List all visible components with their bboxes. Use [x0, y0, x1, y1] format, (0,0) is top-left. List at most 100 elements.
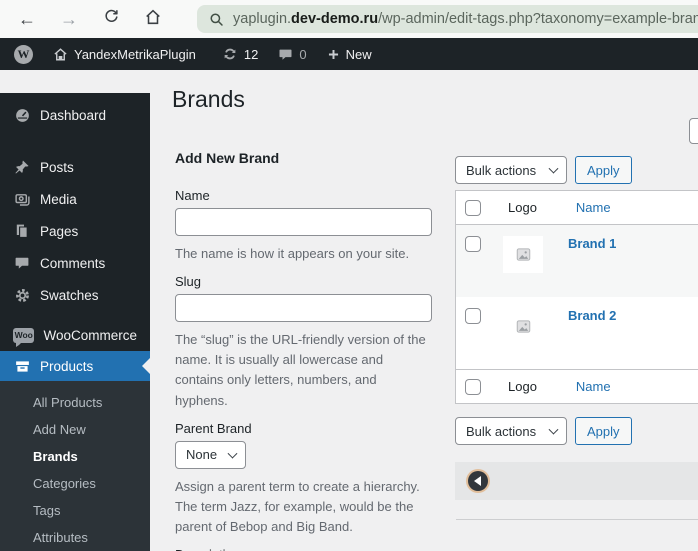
- add-brand-form: Add New Brand Name The name is how it ap…: [175, 150, 432, 551]
- table-row: Brand 2: [456, 297, 698, 369]
- submenu-item-attributes[interactable]: Attributes: [0, 524, 150, 551]
- slug-field: Slug The “slug” is the URL-friendly vers…: [175, 274, 432, 411]
- image-placeholder-icon: [516, 248, 530, 261]
- comment-bubble-icon: [278, 47, 293, 62]
- browser-forward-button[interactable]: →: [54, 4, 84, 34]
- browser-back-button[interactable]: ←: [12, 4, 42, 34]
- logo-cell: [503, 308, 543, 345]
- row-checkbox[interactable]: [465, 308, 481, 324]
- search-brands-input-cut[interactable]: [689, 118, 698, 144]
- browser-chrome: ← → yaplugin.dev-demo.ru/wp-admin/edit-t…: [0, 0, 698, 38]
- url-bar[interactable]: yaplugin.dev-demo.ru/wp-admin/edit-tags.…: [197, 5, 698, 33]
- brand-name-link[interactable]: Brand 2: [568, 308, 616, 323]
- form-title: Add New Brand: [175, 150, 280, 166]
- logo-column-footer: Logo: [508, 379, 537, 394]
- submenu-item-brands[interactable]: Brands: [0, 443, 150, 470]
- current-menu-arrow: [142, 358, 150, 374]
- bulk-actions-value: Bulk actions: [466, 162, 537, 178]
- select-all-checkbox-bottom[interactable]: [465, 378, 481, 395]
- updates-menu[interactable]: 12: [212, 38, 268, 70]
- sidebar-item-label: Swatches: [40, 287, 99, 303]
- url-text: yaplugin.dev-demo.ru/wp-admin/edit-tags.…: [233, 11, 698, 27]
- name-label: Name: [175, 188, 210, 203]
- chevron-down-icon: [548, 424, 559, 435]
- submenu-item-categories[interactable]: Categories: [0, 470, 150, 497]
- description-field: Description: [175, 547, 432, 551]
- table-footer-row: Logo Name: [456, 369, 698, 403]
- refresh-icon: [103, 8, 120, 30]
- logo-cell: [503, 236, 543, 273]
- browser-home-button[interactable]: [138, 4, 168, 34]
- name-help: The name is how it appears on your site.: [175, 246, 410, 261]
- search-icon: [209, 12, 224, 27]
- screen: ← → yaplugin.dev-demo.ru/wp-admin/edit-t…: [0, 0, 698, 551]
- name-column-header[interactable]: Name: [576, 200, 611, 215]
- sidebar-item-label: Products: [40, 358, 94, 374]
- bulk-actions-row-bottom: Bulk actions Apply: [455, 417, 632, 445]
- row-checkbox[interactable]: [465, 236, 481, 252]
- image-placeholder-icon: [516, 320, 530, 333]
- submenu-item-add-new[interactable]: Add New: [0, 416, 150, 443]
- sidebar-item-posts[interactable]: Posts: [0, 151, 150, 183]
- sidebar-item-products[interactable]: Products: [0, 351, 150, 381]
- new-content-menu[interactable]: New: [317, 38, 382, 70]
- comments-icon: [13, 254, 31, 272]
- updates-icon: [222, 46, 238, 62]
- sidebar-item-pages[interactable]: Pages: [0, 215, 150, 247]
- page-title: Brands: [172, 86, 245, 112]
- sidebar-item-woocommerce[interactable]: Woo WooCommerce: [0, 319, 150, 351]
- comments-menu[interactable]: 0: [268, 38, 316, 70]
- apply-button-bottom[interactable]: Apply: [575, 417, 632, 445]
- wp-admin-bar: W YandexMetrikaPlugin 12 0 New: [0, 38, 698, 70]
- chevron-down-icon: [548, 163, 559, 174]
- brands-table: Logo Name Brand 1 Brand 2 Logo Name: [455, 190, 698, 404]
- sidebar-item-dashboard[interactable]: Dashboard: [0, 99, 150, 131]
- wp-logo-menu[interactable]: W: [0, 38, 43, 70]
- dashboard-gauge-icon: [13, 106, 31, 124]
- prev-arrow-button[interactable]: [468, 471, 488, 491]
- pushpin-icon: [13, 158, 31, 176]
- brand-name-link[interactable]: Brand 1: [568, 236, 616, 251]
- sidebar-item-media[interactable]: Media: [0, 183, 150, 215]
- sidebar-item-comments[interactable]: Comments: [0, 247, 150, 279]
- name-column-footer[interactable]: Name: [576, 379, 611, 394]
- updates-count: 12: [243, 46, 259, 62]
- sidebar-item-label: Dashboard: [40, 107, 107, 123]
- bulk-actions-select-bottom[interactable]: Bulk actions: [455, 417, 567, 445]
- select-all-checkbox-top[interactable]: [465, 199, 481, 216]
- parent-brand-select[interactable]: None: [175, 440, 247, 469]
- slug-label: Slug: [175, 274, 202, 290]
- slug-help: The “slug” is the URL-friendly version o…: [175, 332, 426, 408]
- browser-refresh-button[interactable]: [96, 4, 126, 34]
- admin-sidebar: Dashboard Posts Media Pages Comments Swa…: [0, 93, 150, 551]
- submenu-item-tags[interactable]: Tags: [0, 497, 150, 524]
- woocommerce-icon: Woo: [13, 327, 35, 347]
- bulk-actions-select-top[interactable]: Bulk actions: [455, 156, 567, 184]
- sidebar-item-label: Media: [40, 191, 77, 207]
- sidebar-item-label: Comments: [40, 255, 106, 271]
- bulk-actions-value: Bulk actions: [466, 423, 537, 439]
- chevron-down-icon: [227, 448, 238, 459]
- slug-input[interactable]: [175, 294, 432, 323]
- bulk-actions-row-top: Bulk actions Apply: [455, 156, 632, 184]
- left-triangle-icon: [473, 476, 481, 486]
- name-input[interactable]: [175, 208, 432, 236]
- sidebar-item-label: WooCommerce: [43, 327, 137, 343]
- site-name-menu[interactable]: YandexMetrikaPlugin: [43, 38, 206, 70]
- parent-brand-field: Parent Brand None Assign a parent term t…: [175, 421, 432, 537]
- widget-band: [455, 462, 698, 500]
- submenu-item-all-products[interactable]: All Products: [0, 389, 150, 416]
- gear-icon: [13, 286, 31, 304]
- products-submenu: All Products Add New Brands Categories T…: [0, 381, 150, 551]
- apply-button-top[interactable]: Apply: [575, 156, 632, 184]
- sidebar-item-label: Pages: [40, 223, 79, 239]
- table-header-row: Logo Name: [456, 191, 698, 225]
- parent-brand-value: None: [186, 447, 218, 463]
- sidebar-item-label: Posts: [40, 159, 74, 175]
- parent-brand-help: Assign a parent term to create a hierarc…: [175, 478, 420, 534]
- new-label: New: [345, 46, 372, 62]
- home-icon: [144, 8, 162, 31]
- media-camera-icon: [13, 190, 31, 208]
- house-icon: [53, 47, 68, 62]
- sidebar-item-swatches[interactable]: Swatches: [0, 279, 150, 311]
